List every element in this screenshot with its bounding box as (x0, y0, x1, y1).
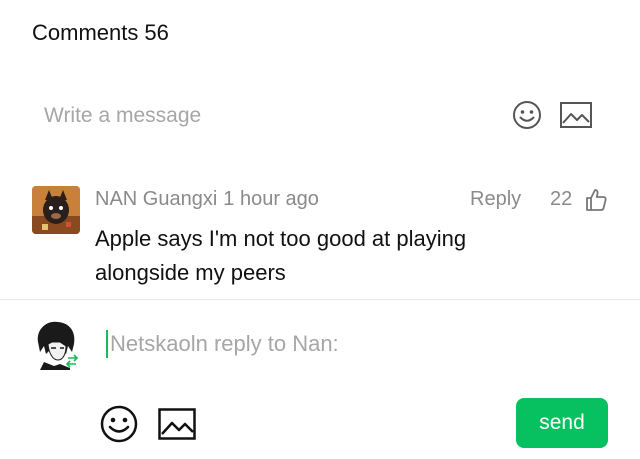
comments-header: Comments 56 (32, 20, 169, 46)
avatar[interactable] (30, 318, 82, 370)
comment-author[interactable]: NAN Guangxi (95, 188, 217, 210)
comments-title: Comments (32, 20, 139, 45)
smiley-face-icon[interactable] (512, 100, 542, 130)
avatar[interactable] (32, 186, 80, 234)
comment-meta: NAN Guangxi 1 hour ago (95, 188, 319, 211)
comment-item: NAN Guangxi 1 hour ago Reply 22 Apple say… (32, 186, 612, 286)
text-cursor (106, 330, 108, 358)
reply-panel: send (0, 300, 640, 459)
dog-avatar-icon (32, 186, 80, 234)
compose-input[interactable]: Write a message (44, 104, 201, 128)
comment-time: 1 hour ago (223, 188, 319, 210)
smiley-face-icon[interactable] (100, 405, 138, 443)
like-count: 22 (550, 188, 573, 210)
comment-text: Apple says I'm not too good at playing a… (95, 226, 467, 285)
comments-count: 56 (144, 20, 169, 45)
image-icon[interactable] (560, 102, 592, 128)
reply-button[interactable]: Reply (470, 188, 521, 211)
image-icon[interactable] (158, 408, 196, 440)
compose-bar[interactable]: Write a message (44, 100, 600, 136)
thumbs-up-icon[interactable] (584, 188, 608, 212)
send-button[interactable]: send (516, 398, 608, 448)
reply-input[interactable] (106, 328, 530, 360)
